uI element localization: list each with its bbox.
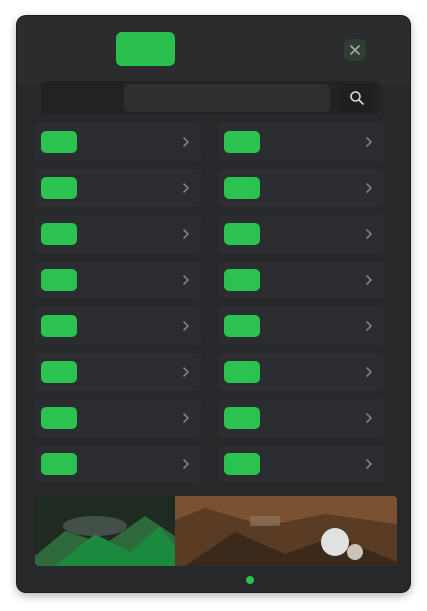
app-window — [17, 16, 410, 592]
close-icon — [350, 45, 360, 55]
list-item[interactable] — [35, 307, 201, 345]
list-item[interactable] — [218, 261, 384, 299]
status-badge — [224, 361, 260, 383]
status-badge — [41, 177, 77, 199]
item-label — [85, 365, 145, 379]
list-item[interactable] — [35, 399, 201, 437]
item-label — [268, 365, 328, 379]
chevron-right-icon — [364, 320, 374, 332]
chevron-right-icon — [181, 412, 191, 424]
status-badge — [224, 177, 260, 199]
grid-row — [35, 261, 395, 299]
item-label — [268, 135, 328, 149]
list-item[interactable] — [218, 169, 384, 207]
chevron-right-icon — [364, 228, 374, 240]
status-badge — [224, 315, 260, 337]
item-label — [85, 273, 145, 287]
list-item[interactable] — [218, 399, 384, 437]
status-badge — [41, 223, 77, 245]
list-item[interactable] — [35, 353, 201, 391]
chevron-right-icon — [181, 228, 191, 240]
status-badge — [41, 315, 77, 337]
header-bar — [17, 16, 410, 84]
status-badge — [41, 269, 77, 291]
status-badge — [41, 131, 77, 153]
chevron-right-icon — [181, 458, 191, 470]
chevron-right-icon — [364, 412, 374, 424]
chevron-right-icon — [181, 274, 191, 286]
list-item[interactable] — [35, 261, 201, 299]
chevron-right-icon — [364, 458, 374, 470]
list-item[interactable] — [218, 123, 384, 161]
status-badge — [224, 407, 260, 429]
item-label — [85, 319, 145, 333]
grid-row — [35, 399, 395, 437]
footer-image — [35, 496, 397, 566]
item-label — [268, 227, 328, 241]
grid-row — [35, 215, 395, 253]
chevron-right-icon — [364, 182, 374, 194]
close-button[interactable] — [344, 39, 366, 61]
grid-row — [35, 169, 395, 207]
item-label — [268, 457, 328, 471]
search-input[interactable] — [124, 84, 330, 112]
chevron-right-icon — [181, 366, 191, 378]
list-item[interactable] — [35, 169, 201, 207]
item-label — [268, 273, 328, 287]
grid-row — [35, 307, 395, 345]
search-row — [41, 81, 380, 115]
chevron-right-icon — [364, 366, 374, 378]
item-label — [85, 181, 145, 195]
item-label — [85, 135, 145, 149]
item-grid — [35, 123, 395, 495]
item-label — [268, 319, 328, 333]
list-item[interactable] — [218, 445, 384, 483]
search-button[interactable] — [340, 84, 374, 112]
list-item[interactable] — [35, 445, 201, 483]
list-item[interactable] — [218, 215, 384, 253]
chevron-right-icon — [181, 182, 191, 194]
item-label — [85, 411, 145, 425]
chevron-right-icon — [181, 320, 191, 332]
grid-row — [35, 353, 395, 391]
chevron-right-icon — [364, 136, 374, 148]
status-badge — [41, 407, 77, 429]
item-label — [268, 411, 328, 425]
status-badge — [224, 453, 260, 475]
grid-row — [35, 123, 395, 161]
header-nav-links[interactable] — [185, 41, 327, 59]
search-label — [52, 89, 100, 107]
status-badge — [224, 223, 260, 245]
search-icon — [350, 91, 364, 105]
chevron-right-icon — [364, 274, 374, 286]
active-tab[interactable] — [116, 32, 175, 66]
item-label — [85, 457, 145, 471]
item-label — [268, 181, 328, 195]
list-item[interactable] — [218, 307, 384, 345]
status-badge — [224, 269, 260, 291]
chevron-right-icon — [181, 136, 191, 148]
status-badge — [41, 453, 77, 475]
page-indicator — [246, 576, 254, 584]
list-item[interactable] — [35, 123, 201, 161]
list-item[interactable] — [35, 215, 201, 253]
list-item[interactable] — [218, 353, 384, 391]
status-badge — [41, 361, 77, 383]
status-badge — [224, 131, 260, 153]
item-label — [85, 227, 145, 241]
grid-row — [35, 445, 395, 483]
app-title — [34, 41, 116, 59]
